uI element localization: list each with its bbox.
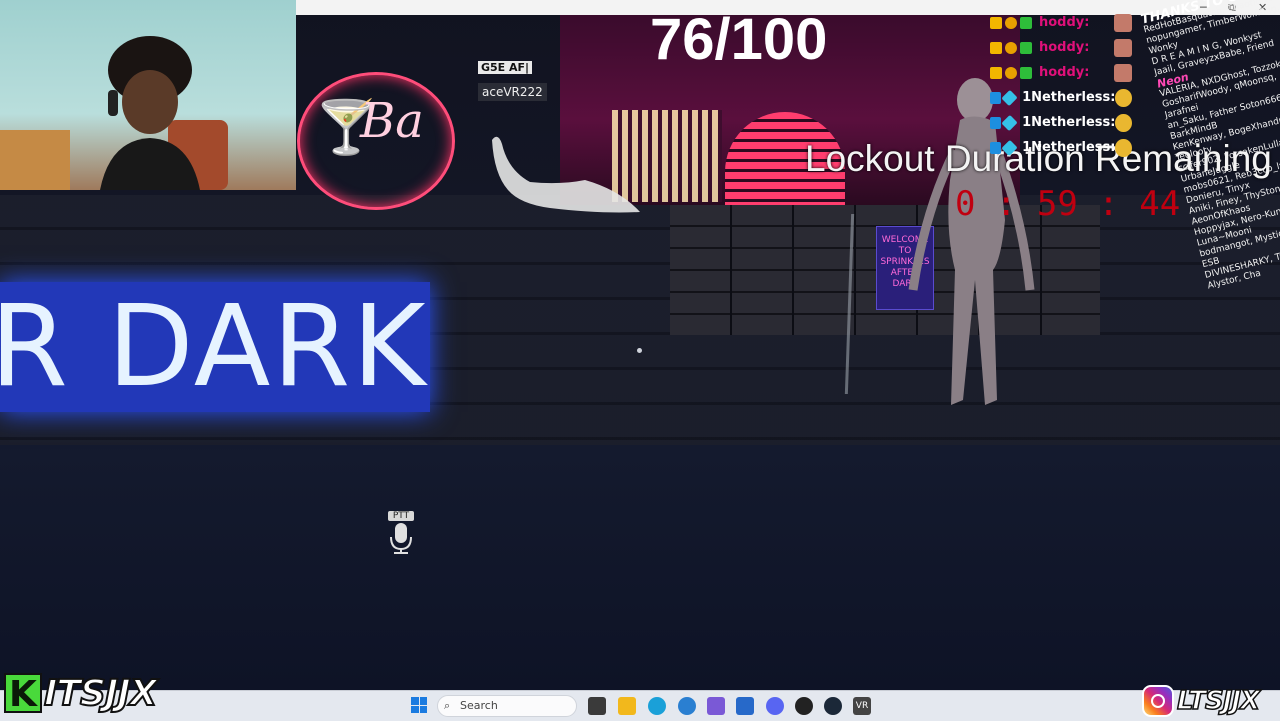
webcam-overlay [0,0,296,190]
crown-icon [990,16,1002,29]
streamer-logo-right: LTSJJX [1142,683,1261,719]
emoji-icon [1115,113,1132,132]
emote-icon [1114,63,1132,82]
edge-browser-icon[interactable] [648,697,666,715]
discord-icon[interactable] [766,697,784,715]
chat-username: 1Netherless: [1022,90,1116,105]
diamond-icon [1001,89,1018,106]
steam-icon[interactable] [824,697,842,715]
floor [0,445,1280,690]
emoji-icon [1115,138,1132,157]
streamer-logo-left: K ITSJJX [4,672,158,715]
chat-message: 1Netherless: [990,85,1140,110]
chat-message: 1Netherless: [990,135,1140,160]
score-counter: 76/100 [650,7,828,72]
shelf [0,130,70,190]
push-to-talk-indicator: PTT [388,511,414,559]
diamond-icon [1001,139,1018,156]
microphone-icon [390,523,412,554]
sparkle-icon [1020,16,1032,29]
instagram-icon [1142,685,1174,717]
badge-icon [1005,16,1017,29]
badge-icon [1005,41,1017,54]
vr-app-icon[interactable]: VR [853,697,871,715]
chat-message: hoddy: [990,10,1140,35]
streamer-name-left: ITSJJX [43,672,158,715]
chat-username: 1Netherless: [1022,140,1116,155]
file-explorer-icon[interactable] [618,697,636,715]
sparkle-icon [1020,66,1032,79]
emote-icon [1114,38,1132,57]
obs-icon[interactable] [795,697,813,715]
chat-username: 1Netherless: [1022,115,1116,130]
arrow-badge-icon [990,141,1002,154]
search-icon: ⌕ [444,699,451,712]
emoji-icon [1115,88,1132,107]
ptt-label: PTT [388,511,414,521]
arrow-badge-icon [990,116,1002,129]
chat-username: hoddy: [1039,15,1090,30]
search-placeholder: Search [460,699,498,712]
app-icon[interactable] [678,697,696,715]
ghost-avatar [492,136,640,213]
player-nametag: G5E AF| aceVR222 [478,58,547,101]
chat-username: hoddy: [1039,40,1090,55]
player-tag-short: G5E AF| [478,61,533,74]
kick-logo-icon: K [4,673,42,715]
taskbar: ⌕ Search VR [0,690,1280,721]
dark-neon-sign: R DARK [0,282,430,412]
arrow-badge-icon [990,91,1002,104]
chat-username: hoddy: [1039,65,1090,80]
app-icon[interactable] [707,697,725,715]
emote-icon [1114,13,1132,32]
crown-icon [990,41,1002,54]
crown-icon [990,66,1002,79]
taskbar-search[interactable]: ⌕ Search [437,695,577,717]
windows-start-icon[interactable] [411,697,427,713]
task-view-icon[interactable] [588,697,606,715]
player-tag-name: aceVR222 [478,83,547,101]
chat-message: hoddy: [990,35,1140,60]
chat-message: hoddy: [990,60,1140,85]
chat-message: 1Netherless: [990,110,1140,135]
lockout-timer: 0 : 59 : 44 [955,184,1181,224]
badge-icon [1005,66,1017,79]
chat-overlay: hoddy: hoddy: hoddy: 1Netherless: 1Nethe… [990,10,1140,160]
store-icon[interactable] [736,697,754,715]
diamond-icon [1001,114,1018,131]
streamer-person [100,36,228,190]
streamer-name-right: LTSJJX [1176,685,1261,717]
bar-neon-sign: 🍸 Ba [297,72,455,210]
bar-sign-text: Ba [360,93,424,149]
crosshair-icon [637,348,642,353]
sparkle-icon [1020,41,1032,54]
